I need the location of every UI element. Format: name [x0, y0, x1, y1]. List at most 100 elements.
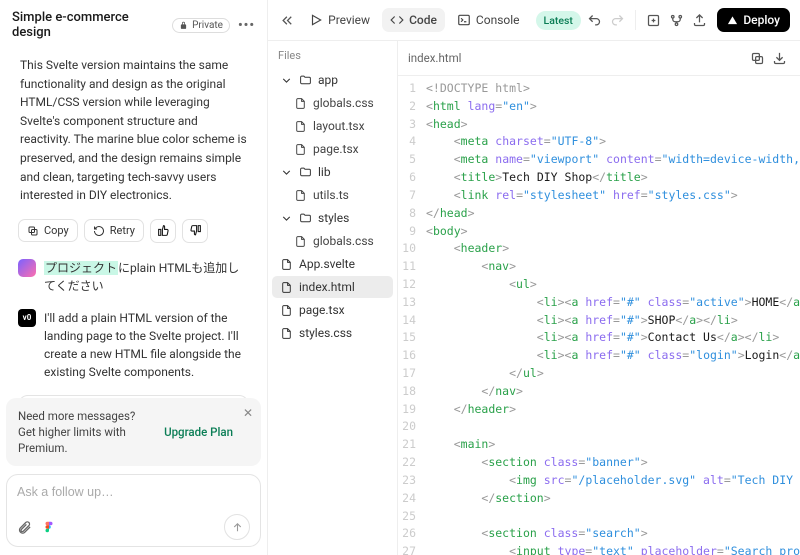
file-page-tsx[interactable]: page.tsx [272, 299, 393, 321]
user-avatar [18, 259, 36, 277]
file-icon [294, 235, 307, 248]
privacy-badge: Private [172, 18, 230, 33]
terminal-icon [457, 13, 471, 27]
code-line: 24 </section> [398, 490, 800, 508]
file-globals-css[interactable]: globals.css [272, 230, 393, 252]
copy-icon [750, 51, 765, 66]
file-icon [294, 120, 307, 133]
chevron-down-icon [280, 166, 293, 179]
code-line: 23 <img src="/placeholder.svg" alt="Tech… [398, 472, 800, 490]
code-line: 3<head> [398, 116, 800, 134]
retry-button[interactable]: Retry [84, 219, 144, 242]
editor-filename: index.html [408, 51, 461, 65]
chevron-down-icon [280, 212, 293, 225]
folder-styles[interactable]: styles [272, 207, 393, 229]
fork-button[interactable] [667, 7, 686, 33]
composer [6, 474, 261, 547]
code-line: 10 <header> [398, 240, 800, 258]
file-globals-css[interactable]: globals.css [272, 92, 393, 114]
collapse-icon[interactable] [278, 7, 297, 33]
folder-lib[interactable]: lib [272, 161, 393, 183]
code-line: 8</head> [398, 205, 800, 223]
chevron-down-icon [280, 74, 293, 87]
fork-icon [669, 13, 684, 28]
file-App-svelte[interactable]: App.svelte [272, 253, 393, 275]
figma-icon[interactable] [42, 520, 56, 534]
code-line: 7 <link rel="stylesheet" href="styles.cs… [398, 187, 800, 205]
file-icon [294, 189, 307, 202]
code-line: 20 [398, 418, 800, 436]
code-line: 4 <meta charset="UTF-8"> [398, 133, 800, 151]
file-icon [294, 97, 307, 110]
file-icon [280, 304, 293, 317]
file-tree: Files appglobals.csslayout.tsxpage.tsxli… [268, 41, 398, 555]
file-layout-tsx[interactable]: layout.tsx [272, 115, 393, 137]
code-line: 19 </header> [398, 401, 800, 419]
download-button[interactable] [768, 47, 790, 69]
code-editor[interactable]: 1<!DOCTYPE html>2<html lang="en">3<head>… [398, 76, 800, 555]
privacy-label: Private [192, 20, 223, 31]
upgrade-text: Need more messages? Get higher limits wi… [18, 408, 154, 456]
code-line: 15 <li><a href="#">Contact Us</a></li> [398, 329, 800, 347]
folder-icon [299, 166, 312, 179]
file-page-tsx[interactable]: page.tsx [272, 138, 393, 160]
folder-app[interactable]: app [272, 69, 393, 91]
undo-icon [587, 13, 602, 28]
more-menu[interactable]: ••• [238, 18, 255, 33]
upgrade-banner: Need more messages? Get higher limits wi… [6, 398, 261, 466]
send-button[interactable] [224, 514, 250, 540]
file-icon [280, 258, 293, 271]
code-line: 22 <section class="banner"> [398, 454, 800, 472]
code-line: 9<body> [398, 223, 800, 241]
code-line: 16 <li><a href="#" class="login">Login</… [398, 347, 800, 365]
file-icon [280, 281, 293, 294]
files-label: Files [268, 41, 397, 68]
followup-input[interactable] [17, 485, 250, 499]
code-line: 11 <nav> [398, 258, 800, 276]
file-icon [294, 143, 307, 156]
file-utils-ts[interactable]: utils.ts [272, 184, 393, 206]
file-icon [280, 327, 293, 340]
plus-square-icon [646, 13, 661, 28]
thumbs-down-button[interactable] [182, 219, 208, 243]
project-title: Simple e-commerce design [12, 10, 164, 40]
undo-button[interactable] [585, 7, 604, 33]
folder-icon [299, 74, 312, 87]
share-button[interactable] [690, 7, 709, 33]
code-line: 1<!DOCTYPE html> [398, 80, 800, 98]
add-to-codebase-button[interactable] [644, 7, 663, 33]
assistant-avatar: v0 [18, 309, 36, 327]
tab-preview[interactable]: Preview [301, 8, 378, 32]
code-line: 6 <title>Tech DIY Shop</title> [398, 169, 800, 187]
attachment-icon[interactable] [17, 520, 32, 535]
redo-button[interactable] [608, 7, 627, 33]
copy-icon [27, 225, 39, 237]
deploy-button[interactable]: Deploy [717, 8, 790, 32]
code-line: 25 [398, 508, 800, 526]
thumbs-up-button[interactable] [150, 219, 176, 243]
tab-console[interactable]: Console [449, 8, 528, 32]
close-icon[interactable]: ✕ [243, 406, 253, 420]
upgrade-link[interactable]: Upgrade Plan [164, 425, 233, 439]
triangle-icon [727, 15, 738, 26]
retry-icon [93, 225, 105, 237]
folder-icon [299, 212, 312, 225]
lock-icon [179, 21, 188, 30]
tab-code[interactable]: Code [382, 8, 445, 32]
code-line: 18 </nav> [398, 383, 800, 401]
arrow-up-icon [231, 521, 244, 534]
code-line: 21 <main> [398, 436, 800, 454]
code-line: 2<html lang="en"> [398, 98, 800, 116]
code-line: 14 <li><a href="#">SHOP</a></li> [398, 312, 800, 330]
code-line: 5 <meta name="viewport" content="width=d… [398, 151, 800, 169]
file-styles-css[interactable]: styles.css [272, 322, 393, 344]
thumbs-down-icon [189, 224, 202, 237]
code-line: 27 <input type="text" placeholder="Searc… [398, 543, 800, 555]
copy-button[interactable]: Copy [18, 219, 78, 242]
latest-badge: Latest [536, 11, 581, 30]
code-line: 12 <ul> [398, 276, 800, 294]
code-icon [390, 13, 404, 27]
play-icon [309, 13, 323, 27]
copy-code-button[interactable] [746, 47, 768, 69]
file-index-html[interactable]: index.html [272, 276, 393, 298]
